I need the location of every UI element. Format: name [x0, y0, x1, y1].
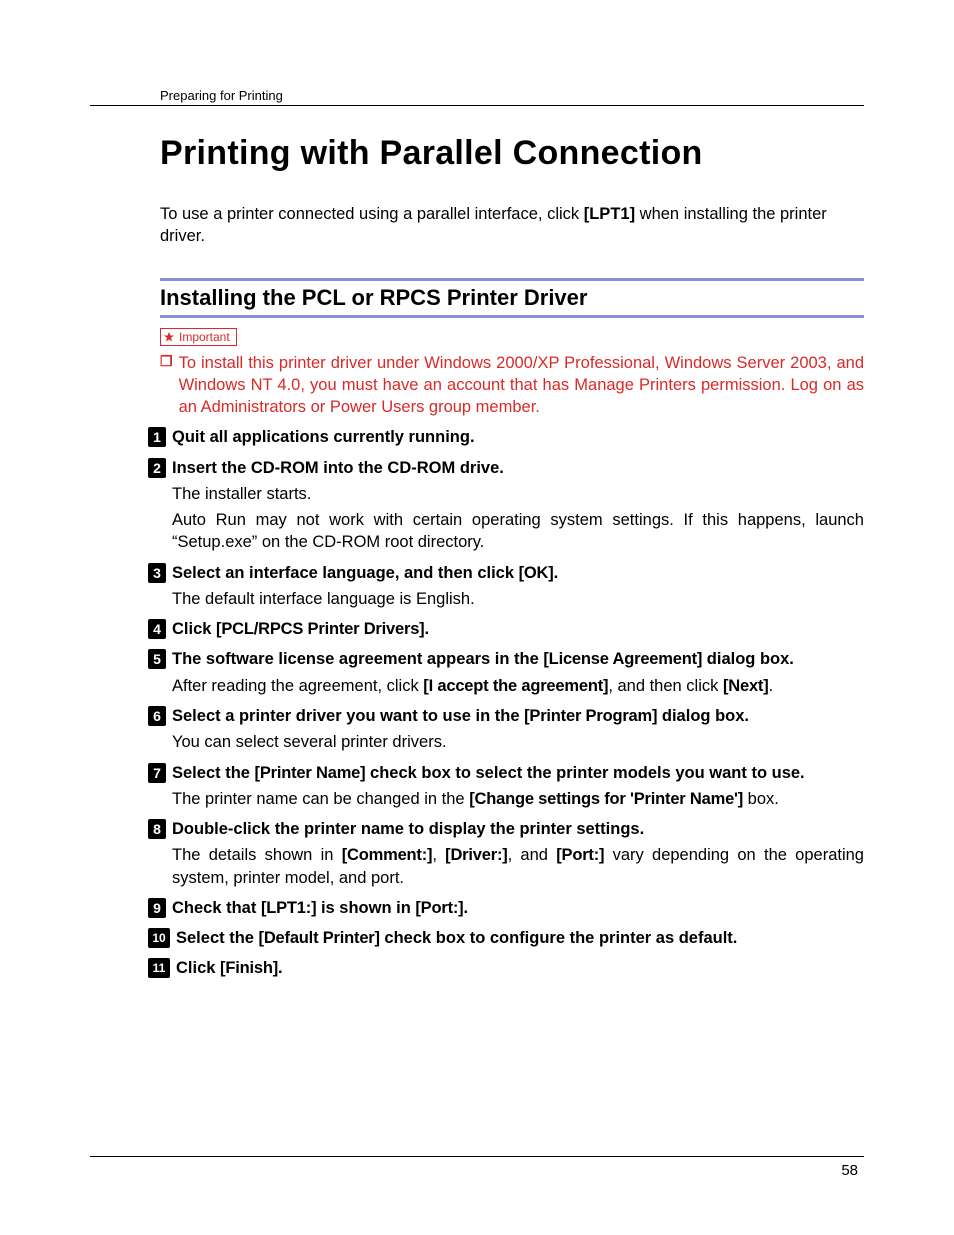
- text: Select an interface language, and then c…: [172, 564, 519, 582]
- text: .: [463, 899, 468, 917]
- section-heading: Installing the PCL or RPCS Printer Drive…: [160, 285, 864, 311]
- step-number-icon: 7: [148, 763, 166, 783]
- text: box.: [743, 790, 779, 808]
- important-note: ❐ To install this printer driver under W…: [160, 352, 864, 419]
- step-number-icon: 8: [148, 819, 166, 839]
- ui-comment: [Comment:]: [342, 846, 433, 864]
- ui-pcl-rpcs: [PCL/RPCS Printer Drivers]: [216, 620, 424, 638]
- step-number-icon: 11: [148, 958, 170, 978]
- ui-printer-name: [Printer Name]: [255, 764, 366, 782]
- text: ,: [432, 846, 445, 864]
- step-body: After reading the agreement, click [I ac…: [172, 675, 864, 697]
- text: , and: [508, 846, 557, 864]
- ui-printer-program: [Printer Program]: [524, 707, 657, 725]
- step-body: The default interface language is Englis…: [172, 588, 864, 610]
- important-label: Important: [179, 330, 230, 344]
- step-title: Check that [LPT1:] is shown in [Port:].: [172, 897, 864, 919]
- step-title: Select the [Default Printer] check box t…: [176, 927, 864, 949]
- text: dialog box.: [657, 707, 749, 725]
- text: .: [278, 959, 283, 977]
- step-3: 3 Select an interface language, and then…: [148, 562, 864, 611]
- step-title: Quit all applications currently running.: [172, 426, 864, 448]
- text: Select the: [176, 929, 259, 947]
- step-number-icon: 4: [148, 619, 166, 639]
- text: is shown in: [316, 899, 415, 917]
- step-6: 6 Select a printer driver you want to us…: [148, 705, 864, 754]
- ui-default-printer: [Default Printer]: [259, 929, 380, 947]
- step-7: 7 Select the [Printer Name] check box to…: [148, 762, 864, 811]
- text: dialog box.: [702, 650, 794, 668]
- ui-accept: [I accept the agreement]: [423, 677, 608, 695]
- text: Check that: [172, 899, 261, 917]
- bottom-rule: [90, 1156, 864, 1157]
- intro-text-pre: To use a printer connected using a paral…: [160, 205, 584, 223]
- step-title: Select an interface language, and then c…: [172, 562, 864, 584]
- step-body: Auto Run may not work with certain opera…: [172, 509, 864, 554]
- step-number-icon: 6: [148, 706, 166, 726]
- section-rule-bottom: [160, 315, 864, 318]
- note-bullet-icon: ❐: [160, 352, 173, 372]
- step-body: The installer starts.: [172, 483, 864, 505]
- important-note-text: To install this printer driver under Win…: [179, 352, 864, 419]
- text: Click: [176, 959, 220, 977]
- step-title: Double-click the printer name to display…: [172, 818, 864, 840]
- step-title: Click [PCL/RPCS Printer Drivers].: [172, 618, 864, 640]
- ui-ok: [OK]: [519, 564, 554, 582]
- star-icon: [163, 331, 175, 343]
- text: Select the: [172, 764, 255, 782]
- text: check box to select the printer models y…: [365, 764, 804, 782]
- text: The printer name can be changed in the: [172, 790, 469, 808]
- text: , and then click: [608, 677, 723, 695]
- important-badge: Important: [160, 328, 237, 346]
- text: .: [424, 620, 429, 638]
- text: check box to configure the printer as de…: [380, 929, 738, 947]
- section-rule-top: [160, 278, 864, 281]
- ui-next: [Next]: [723, 677, 769, 695]
- ui-finish: [Finish]: [220, 959, 278, 977]
- step-9: 9 Check that [LPT1:] is shown in [Port:]…: [148, 897, 864, 919]
- step-1: 1 Quit all applications currently runnin…: [148, 426, 864, 448]
- step-title: Click [Finish].: [176, 957, 864, 979]
- step-number-icon: 9: [148, 898, 166, 918]
- step-number-icon: 3: [148, 563, 166, 583]
- ui-change-settings: [Change settings for 'Printer Name']: [469, 790, 743, 808]
- text: .: [554, 564, 559, 582]
- step-4: 4 Click [PCL/RPCS Printer Drivers].: [148, 618, 864, 640]
- step-number-icon: 5: [148, 649, 166, 669]
- page: Preparing for Printing Printing with Par…: [0, 0, 954, 1235]
- step-title: Insert the CD-ROM into the CD-ROM drive.: [172, 457, 864, 479]
- step-body: The details shown in [Comment:], [Driver…: [172, 844, 864, 889]
- step-title: Select the [Printer Name] check box to s…: [172, 762, 864, 784]
- step-number-icon: 2: [148, 458, 166, 478]
- steps-list: 1 Quit all applications currently runnin…: [148, 426, 864, 979]
- text: The software license agreement appears i…: [172, 650, 543, 668]
- step-title: The software license agreement appears i…: [172, 648, 864, 670]
- step-title: Select a printer driver you want to use …: [172, 705, 864, 727]
- ui-driver: [Driver:]: [445, 846, 507, 864]
- running-head: Preparing for Printing: [90, 88, 864, 105]
- step-number-icon: 10: [148, 928, 170, 948]
- page-number: 58: [841, 1162, 858, 1179]
- page-title: Printing with Parallel Connection: [160, 134, 864, 173]
- step-number-icon: 1: [148, 427, 166, 447]
- step-10: 10 Select the [Default Printer] check bo…: [148, 927, 864, 949]
- text: Click: [172, 620, 216, 638]
- step-body: You can select several printer drivers.: [172, 731, 864, 753]
- text: .: [769, 677, 774, 695]
- ui-port2: [Port:]: [415, 899, 463, 917]
- ui-port: [Port:]: [556, 846, 604, 864]
- intro-ui-lpt1: [LPT1]: [584, 205, 635, 223]
- text: The details shown in: [172, 846, 342, 864]
- text: After reading the agreement, click: [172, 677, 423, 695]
- step-body: The printer name can be changed in the […: [172, 788, 864, 810]
- text: Select a printer driver you want to use …: [172, 707, 524, 725]
- ui-license-agreement: [License Agreement]: [543, 650, 702, 668]
- top-rule: [90, 105, 864, 106]
- step-11: 11 Click [Finish].: [148, 957, 864, 979]
- step-8: 8 Double-click the printer name to displ…: [148, 818, 864, 889]
- intro-paragraph: To use a printer connected using a paral…: [160, 203, 864, 248]
- ui-lpt1: [LPT1:]: [261, 899, 316, 917]
- step-5: 5 The software license agreement appears…: [148, 648, 864, 697]
- step-2: 2 Insert the CD-ROM into the CD-ROM driv…: [148, 457, 864, 554]
